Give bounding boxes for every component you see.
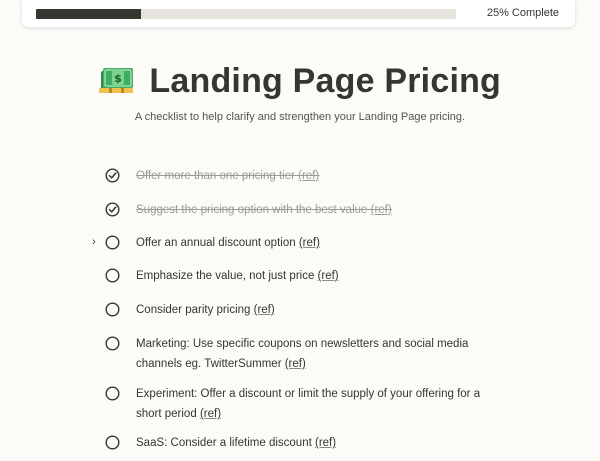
ref-link[interactable]: (ref) [298, 170, 319, 182]
progress-label: 25% Complete [486, 7, 559, 19]
ref-link[interactable]: (ref) [285, 358, 306, 370]
checklist-item-text: Marketing: Use specific coupons on newsl… [136, 334, 506, 374]
checklist-item-text: Consider parity pricing (ref) [136, 300, 506, 320]
checkbox-icon[interactable] [105, 302, 120, 317]
checked-checkbox-icon[interactable] [105, 202, 120, 217]
progress-bar [36, 9, 456, 19]
checklist-item-text: Suggest the pricing option with the best… [136, 200, 506, 220]
progress-fill [36, 9, 141, 19]
page-subtitle: A checklist to help clarify and strength… [134, 111, 466, 123]
checklist-item-label: Consider parity pricing [136, 304, 254, 316]
checked-checkbox-icon[interactable] [105, 168, 120, 183]
checklist-item-label: Offer more than one pricing tier [136, 170, 299, 182]
page-header: $ Landing Page Pricing [0, 62, 600, 101]
ref-link[interactable]: (ref) [371, 204, 392, 216]
checkbox-icon[interactable] [105, 386, 120, 401]
ref-link[interactable]: (ref) [315, 437, 336, 449]
checklist-item-label: Offer an annual discount option [136, 237, 299, 249]
checkbox-icon[interactable] [105, 435, 120, 450]
checkbox-icon[interactable] [105, 235, 120, 250]
checklist-item-text: Emphasize the value, not just price (ref… [136, 266, 506, 286]
drag-handle-icon[interactable]: › [92, 236, 96, 248]
ref-link[interactable]: (ref) [299, 237, 320, 249]
page-title: Landing Page Pricing [149, 62, 502, 100]
checklist-item-label: Emphasize the value, not just price [136, 270, 318, 282]
checklist-item-text: Offer an annual discount option (ref) [136, 233, 506, 253]
checklist-item-label: Experiment: Offer a discount or limit th… [136, 388, 481, 420]
checklist-item-text: SaaS: Consider a lifetime discount (ref) [136, 433, 506, 453]
ref-link[interactable]: (ref) [254, 304, 275, 316]
svg-text:$: $ [114, 72, 122, 85]
ref-link[interactable]: (ref) [318, 270, 339, 282]
checkbox-icon[interactable] [105, 268, 120, 283]
checkbox-icon[interactable] [105, 336, 120, 351]
ref-link[interactable]: (ref) [200, 408, 221, 420]
checklist-item-text: Offer more than one pricing tier (ref) [136, 166, 506, 186]
checklist-item-label: Suggest the pricing option with the best… [136, 204, 371, 216]
checklist-item-text: Experiment: Offer a discount or limit th… [136, 384, 506, 424]
checklist-item-label: SaaS: Consider a lifetime discount [136, 437, 315, 449]
progress-card: 25% Complete [22, 0, 575, 27]
money-with-dollar-icon[interactable]: $ [98, 64, 135, 94]
